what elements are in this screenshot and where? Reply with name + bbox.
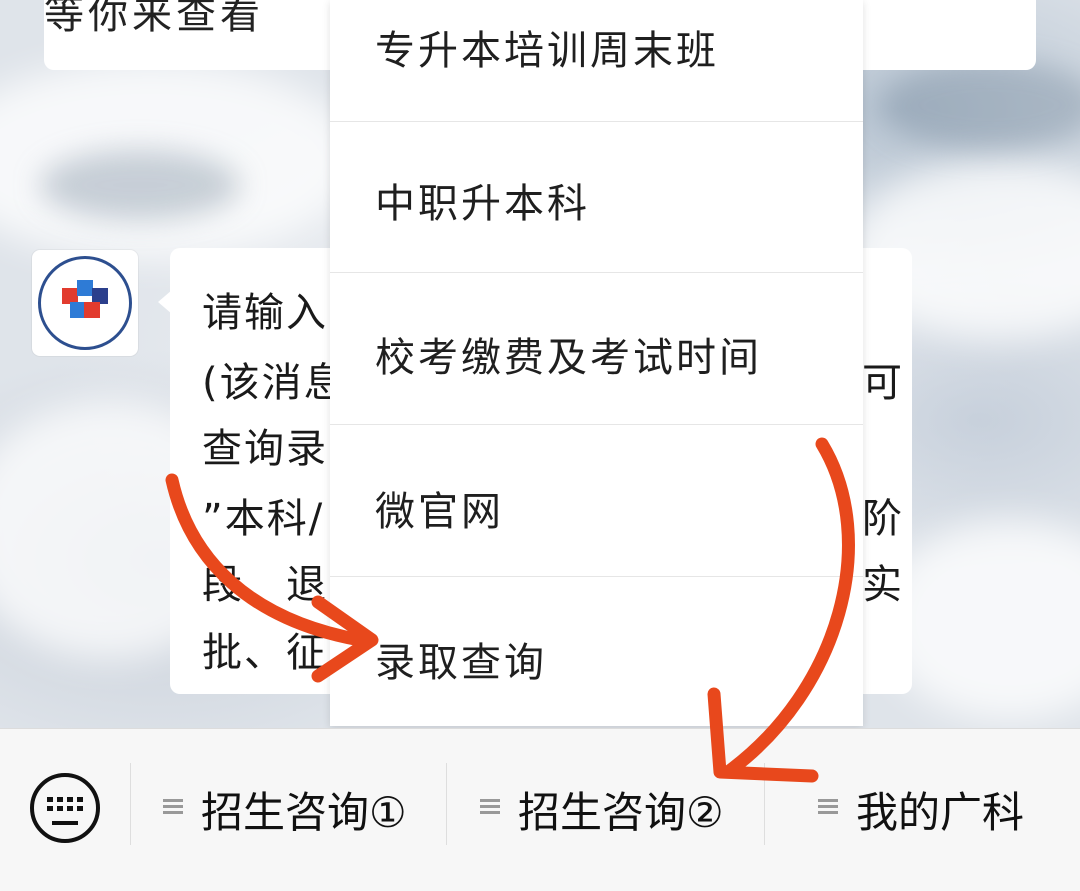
menu-lines-icon xyxy=(163,799,183,815)
submenu-item-weekend-class[interactable]: 专升本培训周末班 xyxy=(330,0,863,122)
menu-lines-icon xyxy=(480,799,500,815)
menu-button-label: 招生咨询② xyxy=(518,788,724,837)
submenu-item-admission-query[interactable]: 录取查询 xyxy=(330,578,863,728)
menu-button-my-college[interactable]: 我的广科 xyxy=(818,769,1058,849)
bar-divider xyxy=(764,763,765,845)
keyboard-icon[interactable] xyxy=(30,773,100,843)
message-line: (该消息 xyxy=(202,360,346,406)
menu-button-admissions-2[interactable]: 招生咨询② xyxy=(480,769,750,849)
bottom-menu-bar: 招生咨询① 招生咨询② 我的广科 xyxy=(0,728,1080,891)
college-logo-icon xyxy=(62,280,108,326)
message-line: 段、退 xyxy=(202,562,328,608)
menu-lines-icon xyxy=(818,799,838,815)
message-line: 查询录 xyxy=(202,426,328,472)
submenu-item-label: 录取查询 xyxy=(375,640,547,686)
message-line-tail: 可 xyxy=(862,360,902,406)
submenu-item-vocational-upgrade[interactable]: 中职升本科 xyxy=(330,123,863,273)
official-account-avatar[interactable] xyxy=(32,250,138,356)
submenu-item-label: 中职升本科 xyxy=(375,181,590,227)
bar-divider xyxy=(130,763,131,845)
submenu-item-exam-fee-schedule[interactable]: 校考缴费及考试时间 xyxy=(330,275,863,425)
submenu-item-label: 专升本培训周末班 xyxy=(375,28,719,74)
submenu-item-label: 校考缴费及考试时间 xyxy=(375,335,762,381)
submenu-item-micro-website[interactable]: 微官网 xyxy=(330,427,863,577)
submenu-popup: 专升本培训周末班 中职升本科 校考缴费及考试时间 微官网 录取查询 xyxy=(330,0,863,726)
message-line: 批、征 xyxy=(202,630,328,676)
previous-message-text: 等你来查看 xyxy=(44,0,264,38)
bar-divider xyxy=(446,763,447,845)
message-line: 请输入 xyxy=(202,290,328,336)
submenu-item-label: 微官网 xyxy=(375,489,504,535)
message-line-tail: 阶 xyxy=(862,496,902,542)
menu-button-label: 招生咨询① xyxy=(201,788,407,837)
message-line: ”本科/ xyxy=(202,496,325,542)
menu-button-admissions-1[interactable]: 招生咨询① xyxy=(163,769,433,849)
message-line-tail: 实 xyxy=(862,562,902,608)
menu-button-label: 我的广科 xyxy=(856,788,1025,837)
